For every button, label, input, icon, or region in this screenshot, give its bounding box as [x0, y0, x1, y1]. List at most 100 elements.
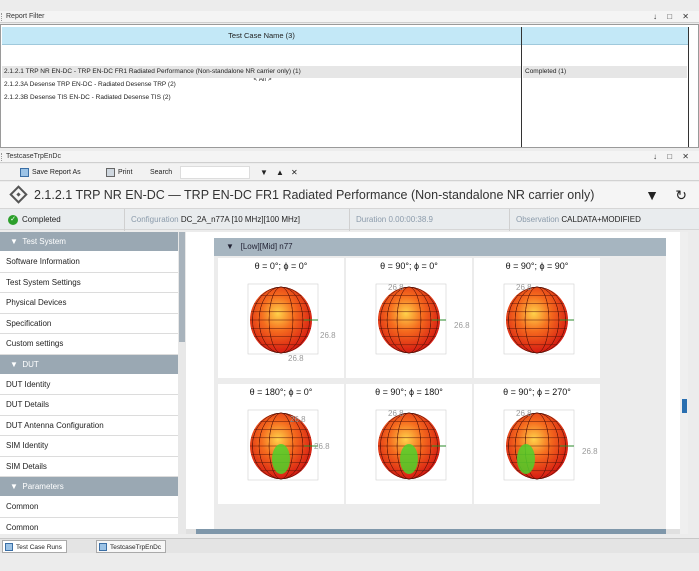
sidebar-item-dut-details[interactable]: DUT Details — [0, 395, 178, 416]
observation-label: Observation — [516, 215, 560, 224]
panel-header-label: [Low][Mid] n77 — [240, 242, 293, 251]
report-filter-table: Test Case Name (3) < All > 2.1.2.1 TRP N… — [0, 24, 699, 148]
sidebar-item-dut-antenna-configuration[interactable]: DUT Antenna Configuration — [0, 416, 178, 436]
scrollbar-thumb[interactable] — [179, 232, 185, 342]
tab-label: TestcaseTrpEnDc — [110, 544, 162, 551]
tab-test-case-runs[interactable]: Test Case Runs — [2, 540, 67, 553]
save-report-button[interactable]: Save Report As — [20, 164, 81, 181]
radiation-pattern-plot: θ = 90°; ϕ = 90° 26.8 — [474, 258, 600, 378]
collapse-arrow-icon: ▼ — [226, 242, 234, 251]
search-prev-button[interactable]: ▲ — [276, 164, 284, 181]
gain-value-label: 26.8 — [582, 447, 598, 456]
radiation-pattern-plot: θ = 90°; ϕ = 270° 26.8 26.8 — [474, 384, 600, 504]
status-text: Completed — [22, 215, 61, 224]
test-case-title: 2.1.2.1 TRP NR EN-DC — TRP EN-DC FR1 Rad… — [34, 188, 595, 202]
search-label: Search — [150, 169, 173, 176]
group-label: DUT — [22, 359, 39, 369]
gain-value-label: 26.8 — [388, 283, 404, 292]
column-divider — [688, 27, 689, 147]
duration-value: 0.00:00:38.9 — [388, 215, 433, 224]
radiation-pattern-plot: θ = 0°; ϕ = 0° 26.8 26.8 — [218, 258, 344, 378]
filter-row[interactable]: 2.1.2.1 TRP NR EN-DC - TRP EN-DC FR1 Rad… — [2, 66, 521, 78]
pane-title-text: TestcaseTrpEnDc — [6, 153, 61, 160]
print-button[interactable]: Print — [106, 164, 132, 181]
sidebar-group-test-system[interactable]: ▼ Test System — [0, 232, 178, 252]
duration-label: Duration — [356, 215, 387, 224]
radiation-pattern-graphic: 26.8 26.8 — [247, 283, 336, 363]
expand-arrow-icon: ▼ — [10, 482, 18, 491]
radiation-pattern-plot: θ = 90°; ϕ = 0° 26.8 26.8 — [346, 258, 472, 378]
tab-label: Test Case Runs — [16, 544, 62, 551]
content-scrollbar[interactable] — [680, 232, 688, 534]
status-completed: ✓ Completed — [0, 209, 125, 231]
sidebar-item-physical-devices[interactable]: Physical Devices — [0, 293, 178, 314]
gain-value-label: 26.8 — [288, 354, 304, 363]
radiation-pattern-graphic: 26.8 — [375, 409, 447, 481]
scrollbar-thumb[interactable] — [682, 399, 687, 413]
save-icon — [20, 167, 29, 177]
column-header-status[interactable] — [522, 27, 688, 45]
report-toolbar: Save Report As Print Search ▼ ▲ ✕ — [0, 164, 699, 181]
refresh-icon[interactable]: ↻ — [675, 182, 687, 208]
config-label: Configuration — [131, 215, 179, 224]
print-icon — [106, 167, 115, 177]
document-icon — [99, 543, 107, 552]
sidebar-item-sim-details[interactable]: SIM Details — [0, 457, 178, 477]
document-icon — [5, 543, 13, 552]
radiation-pattern-plot: θ = 90°; ϕ = 180° 26.8 — [346, 384, 472, 504]
sidebar-item-dut-identity[interactable]: DUT Identity — [0, 375, 178, 395]
pane-grip[interactable] — [1, 13, 3, 21]
low-gain-region — [400, 444, 418, 474]
status-duration: Duration 0.00:00:38.9 — [350, 209, 510, 231]
group-label: Parameters — [22, 482, 64, 491]
testcase-pane-title: TestcaseTrpEnDc ↓ □ ✕ — [0, 151, 699, 163]
group-label: Test System — [22, 237, 66, 246]
sidebar-item-custom-settings[interactable]: Custom settings — [0, 334, 178, 355]
sidebar-item-common[interactable]: Common — [0, 497, 178, 518]
check-circle-icon: ✓ — [8, 214, 18, 225]
plots-panel-header[interactable]: ▼ [Low][Mid] n77 — [214, 238, 666, 256]
sidebar-item-test-system-settings[interactable]: Test System Settings — [0, 273, 178, 293]
expand-arrow-icon: ▼ — [10, 237, 18, 246]
sidebar-group-dut[interactable]: ▼ DUT — [0, 354, 178, 375]
content-horizontal-scrollbar[interactable] — [186, 529, 680, 534]
sidebar-scrollbar[interactable] — [178, 232, 186, 534]
filter-row[interactable]: 2.1.2.3A Desense TRP EN-DC - Radiated De… — [2, 79, 521, 91]
save-label: Save Report As — [32, 169, 81, 176]
expand-arrow-icon: ▼ — [10, 359, 18, 369]
search-close-button[interactable]: ✕ — [291, 164, 298, 181]
filter-icon[interactable]: ▼ — [645, 182, 659, 208]
pane-grip[interactable] — [1, 153, 3, 161]
status-configuration: Configuration DC_2A_n77A [10 MHz][100 MH… — [125, 209, 350, 231]
radiation-pattern-grid: θ = 0°; ϕ = 0° 26.8 26.8 θ = 90°; ϕ = 0° 26.… — [214, 256, 666, 532]
observation-value: CALDATA+MODIFIED — [561, 215, 641, 224]
radiation-pattern-plot: θ = 180°; ϕ = 0° 26.8 26.8 — [218, 384, 344, 504]
filter-row-status[interactable]: Completed (1) — [523, 66, 687, 78]
filter-row[interactable]: 2.1.2.3B Desense TIS EN-DC - Radiated De… — [2, 92, 521, 104]
status-strip — [0, 554, 699, 571]
sidebar-item-specification[interactable]: Specification — [0, 314, 178, 334]
sidebar-item-software-information[interactable]: Software Information — [0, 252, 178, 273]
column-header-test-case-name[interactable]: Test Case Name (3) — [2, 27, 521, 45]
report-content: ▼ [Low][Mid] n77 θ = 0°; ϕ = 0° 26.8 26.8 θ… — [186, 232, 680, 534]
sidebar-group-parameters[interactable]: ▼ Parameters — [0, 477, 178, 497]
pane-controls[interactable]: ↓ □ ✕ — [653, 151, 693, 163]
sidebar-item-common[interactable]: Common — [0, 518, 178, 535]
search-next-button[interactable]: ▼ — [260, 164, 268, 181]
gain-value-label: 26.8 — [314, 442, 330, 451]
gain-value-label: 26.8 — [454, 321, 470, 330]
sidebar-item-sim-identity[interactable]: SIM Identity — [0, 436, 178, 457]
radiation-pattern-graphic: 26.8 26.8 — [375, 283, 470, 355]
bottom-tab-strip: Test Case Runs TestcaseTrpEnDc — [0, 538, 699, 553]
pane-controls[interactable]: ↓ □ ✕ — [653, 11, 693, 23]
test-case-logo-icon — [9, 185, 28, 204]
gain-value-label: 26.8 — [516, 283, 532, 292]
scrollbar-thumb[interactable] — [196, 529, 666, 534]
report-sections-sidebar: ▼ Test System Software Information Test … — [0, 232, 178, 534]
report-filter-pane-title: Report Filter ↓ □ ✕ — [0, 11, 699, 23]
radiation-pattern-graphic: 26.8 26.8 — [247, 409, 330, 481]
status-bar: ✓ Completed Configuration DC_2A_n77A [10 … — [0, 208, 699, 231]
column-divider — [521, 27, 522, 147]
tab-testcasetrpendc[interactable]: TestcaseTrpEnDc — [96, 540, 167, 553]
search-input[interactable] — [180, 166, 250, 179]
